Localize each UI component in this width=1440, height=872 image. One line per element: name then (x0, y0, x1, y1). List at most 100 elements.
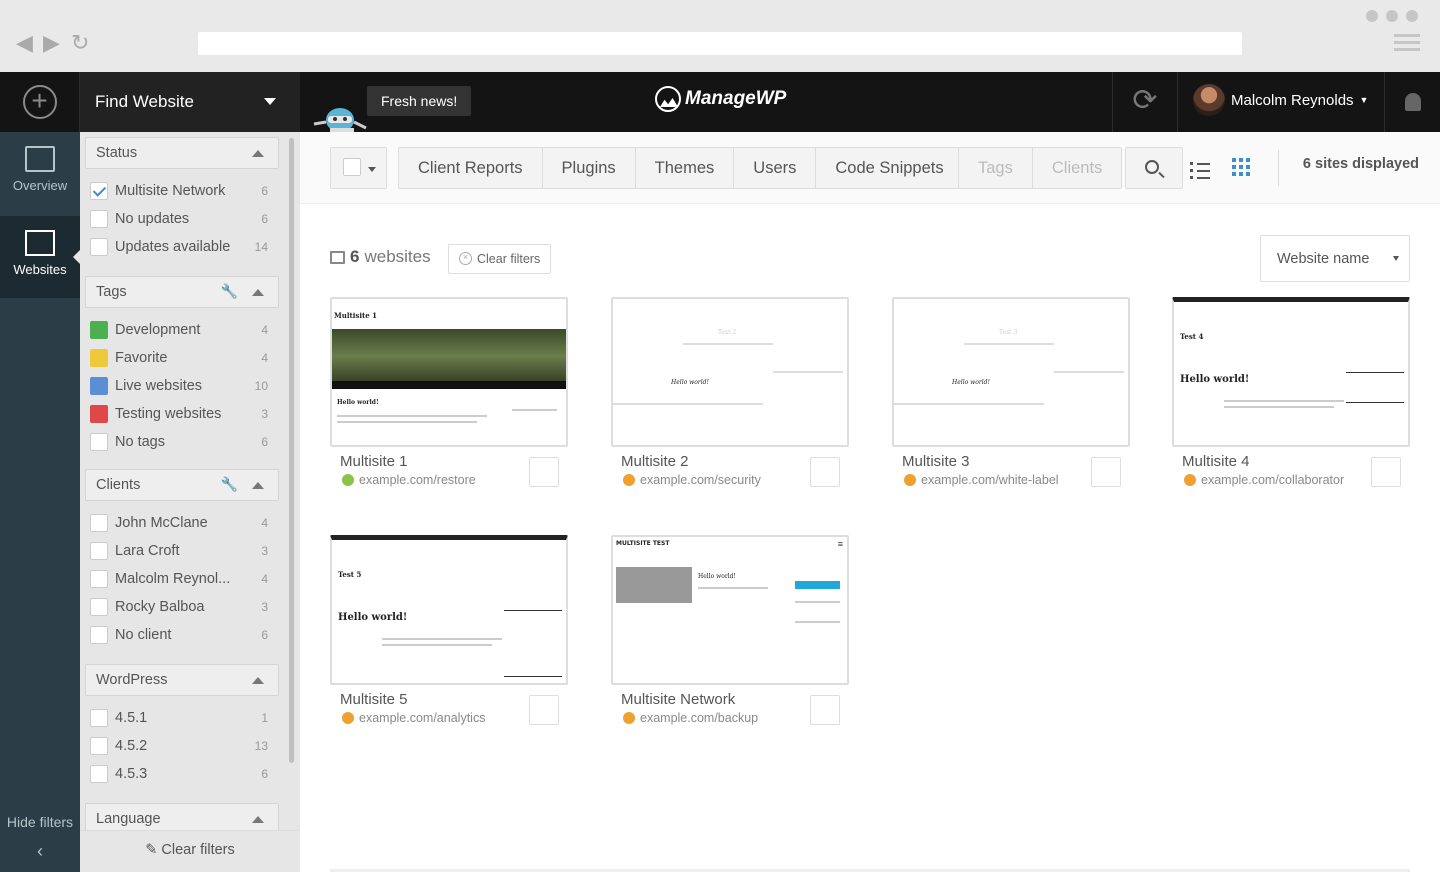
checkbox[interactable] (90, 182, 108, 200)
website-thumbnail[interactable]: Multisite 1 Hello world! (330, 297, 568, 447)
tab-client-reports[interactable]: Client Reports (399, 148, 543, 188)
website-card[interactable]: Multisite 1 Hello world! Multisite 1 exa… (330, 297, 568, 497)
wrench-icon[interactable]: 🔧 (221, 476, 238, 493)
website-url[interactable]: example.com/backup (623, 711, 758, 725)
filter-item[interactable]: Testing websites 3 (90, 402, 272, 426)
checkbox[interactable] (90, 737, 108, 755)
filters-scrollbar[interactable] (289, 138, 294, 763)
website-select-checkbox[interactable] (810, 695, 840, 725)
checkbox[interactable] (90, 765, 108, 783)
website-card[interactable]: MULTISITE TEST ≡ Hello world! Multisite … (611, 535, 849, 735)
filter-item[interactable]: Updates available 14 (90, 235, 272, 259)
tab-plugins[interactable]: Plugins (543, 148, 636, 188)
filter-clients-header[interactable]: Clients 🔧 (85, 469, 279, 501)
back-icon[interactable]: ◀ (16, 31, 33, 55)
tab-clients[interactable]: Clients (1033, 148, 1121, 188)
add-website-button[interactable]: + (0, 72, 80, 132)
chevron-left-icon[interactable]: ‹ (0, 841, 80, 862)
checkbox[interactable] (90, 709, 108, 727)
website-name[interactable]: Multisite 1 (340, 453, 408, 470)
website-name[interactable]: Multisite 2 (621, 453, 689, 470)
filter-item[interactable]: 4.5.2 13 (90, 734, 272, 758)
website-thumbnail[interactable]: Test 3 Hello world! (892, 297, 1130, 447)
checkbox[interactable] (90, 598, 108, 616)
bell-icon[interactable] (1384, 72, 1440, 132)
tag-color-swatch[interactable] (90, 405, 108, 423)
filter-tags-header[interactable]: Tags 🔧 (85, 276, 279, 308)
user-menu[interactable]: Malcolm Reynolds ▼ (1193, 84, 1368, 116)
filter-item[interactable]: No client 6 (90, 623, 272, 647)
managewp-logo[interactable]: ManageWP (655, 86, 786, 112)
checkbox[interactable] (90, 570, 108, 588)
filter-item[interactable]: Malcolm Reynol... 4 (90, 567, 272, 591)
clear-filters-chip[interactable]: Clear filters (448, 244, 552, 274)
filter-status-header[interactable]: Status (85, 137, 279, 169)
website-thumbnail[interactable]: Test 5 Hello world! (330, 535, 568, 685)
filter-wordpress-header[interactable]: WordPress (85, 664, 279, 696)
wrench-icon[interactable]: 🔧 (221, 283, 238, 300)
hide-filters-button[interactable]: Hide filters (0, 813, 80, 832)
list-view-icon[interactable] (1190, 160, 1210, 181)
website-card[interactable]: Test 3 Hello world! Multisite 3 example.… (892, 297, 1130, 497)
filter-item[interactable]: 4.5.3 6 (90, 762, 272, 786)
fresh-news-tooltip[interactable]: Fresh news! (367, 86, 472, 116)
tab-themes[interactable]: Themes (636, 148, 735, 188)
website-thumbnail[interactable]: Test 4 Hello world! (1172, 297, 1410, 447)
checkbox[interactable] (90, 542, 108, 560)
search-button[interactable] (1125, 147, 1183, 189)
tag-color-swatch[interactable] (90, 349, 108, 367)
tab-users[interactable]: Users (734, 148, 817, 188)
filter-item[interactable]: No tags 6 (90, 430, 272, 454)
checkbox[interactable] (90, 514, 108, 532)
website-select-checkbox[interactable] (1371, 457, 1401, 487)
website-select-checkbox[interactable] (529, 457, 559, 487)
website-card[interactable]: Test 2 Hello world! Multisite 2 example.… (611, 297, 849, 497)
browser-menu-icon[interactable] (1394, 34, 1420, 55)
checkbox[interactable] (90, 433, 108, 451)
filter-item[interactable]: John McClane 4 (90, 511, 272, 535)
nav-websites[interactable]: Websites (0, 216, 80, 298)
checkbox[interactable] (90, 238, 108, 256)
filter-item[interactable]: 4.5.1 1 (90, 706, 272, 730)
address-bar[interactable] (198, 32, 1242, 55)
grid-view-icon[interactable] (1232, 158, 1250, 176)
filter-item[interactable]: Rocky Balboa 3 (90, 595, 272, 619)
website-select-checkbox[interactable] (529, 695, 559, 725)
website-thumbnail[interactable]: MULTISITE TEST ≡ Hello world! (611, 535, 849, 685)
website-name[interactable]: Multisite 4 (1182, 453, 1250, 470)
filter-item[interactable]: No updates 6 (90, 207, 272, 231)
sort-select[interactable]: Website name (1260, 235, 1410, 282)
website-name[interactable]: Multisite Network (621, 691, 735, 708)
filter-item[interactable]: Live websites 10 (90, 374, 272, 398)
filter-item[interactable]: Lara Croft 3 (90, 539, 272, 563)
find-website-dropdown[interactable]: Find Website (80, 72, 300, 132)
website-name[interactable]: Multisite 5 (340, 691, 408, 708)
website-select-checkbox[interactable] (1091, 457, 1121, 487)
reload-icon[interactable]: ↻ (71, 31, 89, 55)
forward-icon[interactable]: ▶ (43, 31, 60, 55)
website-thumbnail[interactable]: Test 2 Hello world! (611, 297, 849, 447)
website-name[interactable]: Multisite 3 (902, 453, 970, 470)
filter-item[interactable]: Multisite Network 6 (90, 179, 272, 203)
clear-filters-button[interactable]: ✎ Clear filters (80, 830, 300, 872)
refresh-icon[interactable]: ⟳ (1112, 72, 1178, 132)
tab-tags[interactable]: Tags (959, 148, 1033, 188)
website-select-checkbox[interactable] (810, 457, 840, 487)
website-card[interactable]: Test 4 Hello world! Multisite 4 example.… (1172, 297, 1410, 497)
tag-color-swatch[interactable] (90, 377, 108, 395)
website-url[interactable]: example.com/analytics (342, 711, 485, 725)
select-all-dropdown[interactable] (330, 147, 387, 189)
tag-color-swatch[interactable] (90, 321, 108, 339)
website-url[interactable]: example.com/security (623, 473, 761, 487)
filter-item[interactable]: Development 4 (90, 318, 272, 342)
website-url[interactable]: example.com/white-label (904, 473, 1059, 487)
nav-overview[interactable]: Overview (0, 132, 80, 214)
robot-mascot-icon[interactable] (310, 100, 370, 132)
checkbox[interactable] (90, 210, 108, 228)
filter-item[interactable]: Favorite 4 (90, 346, 272, 370)
website-url[interactable]: example.com/collaborator (1184, 473, 1344, 487)
website-url[interactable]: example.com/restore (342, 473, 476, 487)
website-card[interactable]: Test 5 Hello world! Multisite 5 example.… (330, 535, 568, 735)
tab-code-snippets[interactable]: Code Snippets (816, 148, 962, 188)
select-all-checkbox[interactable] (343, 158, 361, 176)
